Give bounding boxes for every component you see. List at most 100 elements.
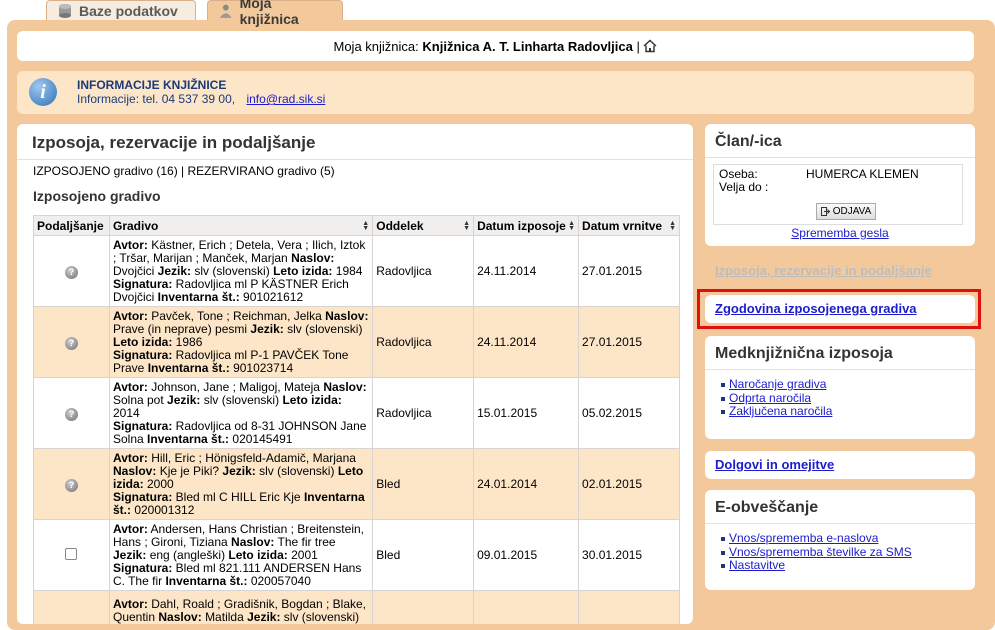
- tab-moja-knjiznica[interactable]: Moja knjižnica: [207, 0, 343, 27]
- column-header-return-date[interactable]: Datum vrnitve ▲ ▼: [578, 215, 680, 236]
- return-date-cell: 30.01.2015: [578, 519, 680, 591]
- field-inventar: 020057040: [250, 573, 311, 588]
- password-change-link[interactable]: Sprememba gesla: [791, 226, 888, 240]
- return-date-cell: [578, 590, 680, 624]
- item-cell: Avtor: Johnson, Jane ; Maligoj, Mateja N…: [108, 377, 374, 449]
- divider: [705, 523, 975, 524]
- field-label: Inventarna št.:: [165, 573, 248, 588]
- field-signatura: Bled ml C HILL Eric Kje: [175, 489, 301, 504]
- renew-checkbox[interactable]: [65, 547, 78, 560]
- column-header-loan-date[interactable]: Datum izposoje ▲ ▼: [473, 215, 580, 236]
- ill-order-link[interactable]: Naročanje gradiva: [729, 377, 826, 391]
- library-info-box: i INFORMACIJE KNJIŽNICE Informacije: tel…: [17, 71, 974, 114]
- table-row: Avtor: Dahl, Roald ; Gradišnik, Bogdan ;…: [33, 590, 680, 624]
- sort-icon: ▲ ▼: [568, 220, 576, 232]
- table-row: ? Avtor: Pavček, Tone ; Reichman, Jelka N…: [33, 306, 680, 378]
- divider: [705, 369, 975, 370]
- column-header-renew[interactable]: Podaljšanje: [33, 215, 110, 236]
- loans-link[interactable]: Izposoja, rezervacije in podaljšanje: [715, 263, 932, 278]
- info-title: INFORMACIJE KNJIŽNICE: [77, 78, 227, 92]
- field-label: Naslov:: [158, 609, 202, 624]
- department-cell: Bled: [372, 519, 475, 591]
- column-header-department[interactable]: Oddelek ▲ ▼: [372, 215, 475, 236]
- interlibrary-loan-panel: Medknjižnična izposoja Naročanje gradiva…: [705, 336, 975, 439]
- list-item: Vnos/sprememba e-naslova: [721, 531, 912, 546]
- valid-label: Velja do :: [719, 180, 769, 194]
- field-label: Naslov:: [291, 250, 335, 265]
- field-label: Leto izida:: [282, 392, 342, 407]
- library-prefix: Moja knjižnica:: [333, 38, 419, 54]
- divider: [17, 159, 693, 160]
- field-leto: 1984: [335, 263, 363, 278]
- field-label: Jezik:: [247, 609, 281, 624]
- field-jezik: slv (slovenski): [287, 321, 363, 336]
- help-icon[interactable]: ?: [64, 265, 78, 279]
- library-bar: Moja knjižnica: Knjižnica A. T. Linharta…: [17, 31, 974, 61]
- field-naslov: Solna pot: [112, 392, 164, 407]
- info-icon: i: [29, 78, 57, 106]
- help-icon[interactable]: ?: [64, 336, 78, 350]
- renew-cell: ?: [33, 377, 110, 449]
- tab-baze-podatkov[interactable]: Baze podatkov: [46, 0, 196, 20]
- settings-link[interactable]: Nastavitve: [729, 558, 785, 572]
- field-label: Jezik:: [250, 321, 284, 336]
- loan-date-cell: 15.01.2015: [473, 377, 580, 449]
- department-cell: Radovljica: [372, 377, 475, 449]
- item-cell: Avtor: Andersen, Hans Christian ; Breite…: [108, 519, 374, 591]
- library-name: Knjižnica A. T. Linharta Radovljica: [422, 38, 633, 54]
- enotify-title: E-obveščanje: [715, 499, 819, 516]
- loans-panel: Izposoja, rezervacije in podaljšanje IZP…: [17, 124, 693, 624]
- item-cell: Avtor: Pavček, Tone ; Reichman, Jelka Na…: [108, 306, 374, 378]
- field-jezik: slv (slovenski): [203, 392, 280, 407]
- field-naslov: Kje je Piki?: [159, 463, 220, 478]
- renew-cell: [33, 590, 110, 624]
- field-label: Signatura:: [112, 418, 173, 433]
- field-label: Signatura:: [112, 347, 173, 362]
- department-cell: Bled: [372, 448, 475, 520]
- field-jezik: eng (angleški): [149, 547, 226, 562]
- table-header-row: Podaljšanje Gradivo ▲ ▼ Oddelek ▲ ▼ Datum iz…: [33, 215, 680, 236]
- email-change-link[interactable]: Vnos/sprememba e-naslova: [729, 531, 878, 545]
- field-naslov: The fir tree: [277, 534, 336, 549]
- field-label: Naslov:: [323, 379, 367, 394]
- help-icon[interactable]: ?: [64, 407, 78, 421]
- logout-button[interactable]: ODJAVA: [816, 203, 876, 220]
- field-avtor: Hill, Eric ; Hönigsfeld-Adamič, Marjana: [151, 450, 356, 465]
- ill-closed-link[interactable]: Zaključena naročila: [729, 404, 832, 418]
- department-cell: Radovljica: [372, 235, 475, 307]
- ill-open-link[interactable]: Odprta naročila: [729, 391, 811, 405]
- database-icon: [59, 3, 71, 18]
- column-header-item[interactable]: Gradivo ▲ ▼: [108, 215, 374, 236]
- member-info-box: Oseba: HUMERCA KLEMEN Velja do : ODJAVA: [713, 164, 963, 225]
- department-cell: Radovljica: [372, 306, 475, 378]
- renew-cell: ?: [33, 235, 110, 307]
- table-row: ? Avtor: Kästner, Erich ; Detela, Vera ; …: [33, 235, 680, 307]
- section-title: Izposojeno gradivo: [33, 188, 161, 204]
- field-label: Jezik:: [112, 547, 147, 562]
- field-inventar: 020145491: [232, 431, 293, 446]
- field-label: Signatura:: [112, 276, 173, 291]
- info-email-link[interactable]: info@rad.sik.si: [246, 92, 325, 106]
- loan-date-cell: 24.01.2014: [473, 448, 580, 520]
- home-icon[interactable]: [643, 39, 657, 53]
- field-label: Avtor:: [112, 450, 148, 465]
- divider: [705, 157, 975, 158]
- field-label: Leto izida:: [228, 547, 288, 562]
- debts-link[interactable]: Dolgovi in omejitve: [715, 457, 834, 472]
- field-label: Jezik:: [157, 263, 192, 278]
- sms-change-link[interactable]: Vnos/sprememba številke za SMS: [729, 545, 912, 559]
- item-cell: Avtor: Kästner, Erich ; Detela, Vera ; I…: [108, 235, 374, 307]
- field-label: Avtor:: [112, 308, 148, 323]
- person-value: HUMERCA KLEMEN: [806, 167, 919, 181]
- field-naslov: Prave (in neprave) pesmi: [112, 321, 248, 336]
- item-cell: Avtor: Dahl, Roald ; Gradišnik, Bogdan ;…: [108, 590, 374, 624]
- field-label: Leto izida:: [273, 263, 333, 278]
- field-leto: 2014: [112, 405, 140, 420]
- page-title: Izposoja, rezervacije in podaljšanje: [32, 133, 316, 152]
- person-label: Oseba:: [719, 167, 758, 181]
- member-panel: Član/-ica Oseba: HUMERCA KLEMEN Velja do…: [705, 124, 975, 246]
- help-icon[interactable]: ?: [64, 478, 78, 492]
- field-jezik: slv (slovenski): [259, 463, 335, 478]
- field-inventar: 020001312: [134, 502, 195, 517]
- sort-icon: ▲ ▼: [362, 220, 370, 232]
